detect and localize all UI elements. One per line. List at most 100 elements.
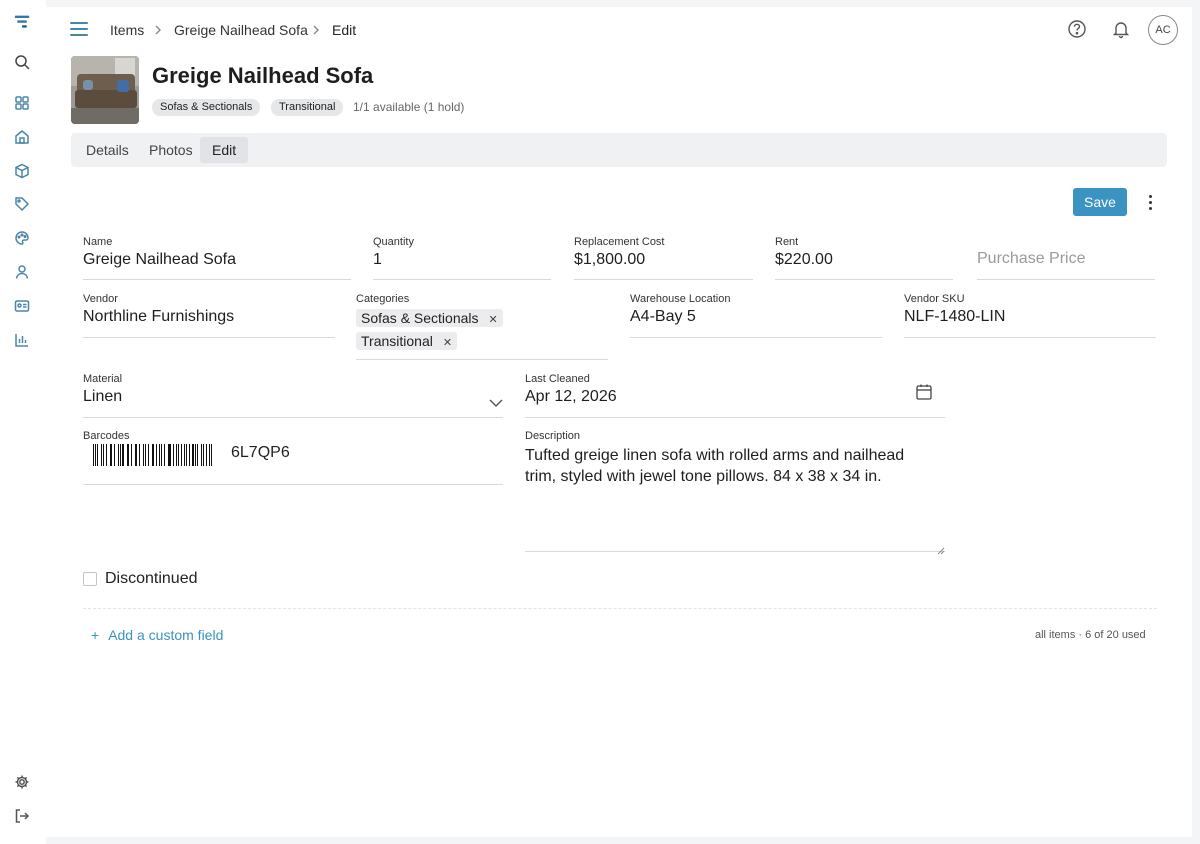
breadcrumb-current: Edit: [332, 22, 357, 38]
barcode-stripe: [155, 444, 157, 466]
category-tag[interactable]: Transitional ✕: [356, 332, 458, 352]
warehouse-location-label: Warehouse Location: [630, 293, 731, 305]
barcode-stripe: [180, 444, 182, 466]
barcode-stripe: [184, 444, 185, 466]
discontinued-checkbox[interactable]: [83, 572, 97, 586]
search-icon[interactable]: [12, 52, 32, 72]
purchase-price-input[interactable]: Purchase Price: [977, 250, 1086, 268]
categories-field[interactable]: Categories Sofas & Sectionals ✕ Transitio…: [356, 293, 608, 360]
categories-label: Categories: [356, 293, 410, 305]
category-tag-label: Sofas & Sectionals: [361, 310, 479, 326]
barcode-image: [93, 444, 213, 466]
barcode-stripe: [161, 444, 163, 466]
replacement-cost-field[interactable]: Replacement Cost $1,800.00: [574, 236, 753, 280]
last-cleaned-field[interactable]: Last Cleaned Apr 12, 2026: [525, 373, 945, 418]
palette-icon[interactable]: [12, 228, 32, 248]
category-tag[interactable]: Sofas & Sectionals ✕: [356, 309, 503, 327]
vendor-sku-label: Vendor SKU: [904, 293, 965, 305]
resize-handle-icon[interactable]: [937, 542, 945, 555]
barcode-stripe: [111, 444, 112, 466]
barcode-stripe: [145, 444, 146, 466]
description-field[interactable]: Description Tufted greige linen sofa wit…: [525, 430, 945, 555]
barcode-stripe: [185, 444, 187, 466]
tab-details[interactable]: Details: [74, 137, 141, 163]
dashboard-icon[interactable]: [12, 93, 32, 113]
barcode-stripe: [142, 444, 145, 466]
save-button[interactable]: Save: [1073, 188, 1127, 216]
availability-status: 1/1 available (1 hold): [353, 100, 465, 114]
rent-field[interactable]: Rent $220.00: [775, 236, 953, 280]
calendar-icon[interactable]: [915, 383, 933, 401]
quantity-label: Quantity: [373, 236, 414, 248]
replacement-cost-input[interactable]: $1,800.00: [574, 251, 645, 269]
rent-input[interactable]: $220.00: [775, 251, 833, 269]
add-custom-field-link[interactable]: + Add a custom field: [91, 627, 223, 643]
barcode-stripe: [153, 444, 154, 466]
purchase-price-field[interactable]: Purchase Price: [977, 236, 1155, 280]
material-value[interactable]: Linen: [83, 388, 122, 406]
vendor-sku-input[interactable]: NLF-1480-LIN: [904, 308, 1005, 326]
barcode-stripe: [176, 444, 177, 466]
menu-toggle-icon[interactable]: [70, 22, 88, 36]
warehouse-location-field[interactable]: Warehouse Location A4-Bay 5: [630, 293, 882, 338]
chevron-down-icon[interactable]: [489, 395, 503, 407]
avatar[interactable]: AC: [1148, 15, 1178, 45]
barcodes-field[interactable]: Barcodes 6L7QP6: [83, 430, 503, 485]
main-panel: Items Greige Nailhead Sofa Edit AC Greig…: [46, 7, 1192, 837]
barcode-stripe: [164, 444, 165, 466]
vendor-sku-field[interactable]: Vendor SKU NLF-1480-LIN: [904, 293, 1156, 338]
replacement-cost-label: Replacement Cost: [574, 236, 665, 248]
barcode-stripe: [100, 444, 102, 466]
barcode-stripe: [97, 444, 98, 466]
help-icon[interactable]: [1067, 19, 1087, 39]
vendor-label: Vendor: [83, 293, 118, 305]
user-icon[interactable]: [12, 262, 32, 282]
quantity-input[interactable]: 1: [373, 251, 382, 269]
barcode-stripe: [169, 444, 171, 466]
barcode-stripe: [202, 444, 204, 466]
remove-tag-icon[interactable]: ✕: [489, 311, 498, 329]
description-textarea[interactable]: Tufted greige linen sofa with rolled arm…: [525, 445, 935, 487]
more-options-icon[interactable]: [1142, 193, 1158, 211]
tab-edit[interactable]: Edit: [200, 137, 249, 163]
barcode-stripe: [122, 444, 124, 466]
name-input[interactable]: Greige Nailhead Sofa: [83, 251, 236, 269]
warehouse-location-input[interactable]: A4-Bay 5: [630, 308, 696, 326]
barcode-stripe: [119, 444, 121, 466]
logout-icon[interactable]: [12, 806, 32, 826]
item-thumbnail[interactable]: [71, 56, 139, 124]
vendor-field[interactable]: Vendor Northline Furnishings: [83, 293, 335, 338]
barcode-stripe: [188, 444, 190, 466]
barcode-stripe: [205, 444, 207, 466]
chevron-right-icon: [152, 23, 164, 35]
barcode-stripe: [130, 444, 132, 466]
name-label: Name: [83, 236, 113, 248]
reports-icon[interactable]: [12, 330, 32, 350]
barcode-stripe: [197, 444, 198, 466]
home-icon[interactable]: [12, 127, 32, 147]
bell-icon[interactable]: [1111, 19, 1131, 39]
sidebar-rail: [0, 0, 46, 844]
box-icon[interactable]: [12, 161, 32, 181]
breadcrumb-items[interactable]: Items: [110, 22, 144, 38]
page-title: Greige Nailhead Sofa: [152, 63, 374, 88]
quantity-field[interactable]: Quantity 1: [373, 236, 551, 280]
barcode-value[interactable]: 6L7QP6: [231, 444, 290, 462]
settings-icon[interactable]: [12, 772, 32, 792]
vendor-input[interactable]: Northline Furnishings: [83, 308, 234, 326]
barcode-stripe: [102, 444, 105, 466]
tag-icon[interactable]: [12, 194, 32, 214]
material-select[interactable]: Material Linen: [83, 373, 503, 418]
tab-bar: Details Photos Edit: [71, 133, 1167, 167]
tab-photos[interactable]: Photos: [137, 137, 205, 163]
remove-tag-icon[interactable]: ✕: [443, 334, 452, 352]
barcode-stripe: [94, 444, 96, 466]
id-card-icon[interactable]: [12, 296, 32, 316]
breadcrumb-item[interactable]: Greige Nailhead Sofa: [174, 22, 308, 38]
barcode-stripe: [159, 444, 161, 466]
barcode-stripe: [136, 444, 137, 466]
name-field[interactable]: Name Greige Nailhead Sofa: [83, 236, 351, 280]
last-cleaned-input[interactable]: Apr 12, 2026: [525, 388, 617, 406]
logo-icon[interactable]: [12, 12, 32, 32]
barcode-stripe: [134, 444, 136, 466]
